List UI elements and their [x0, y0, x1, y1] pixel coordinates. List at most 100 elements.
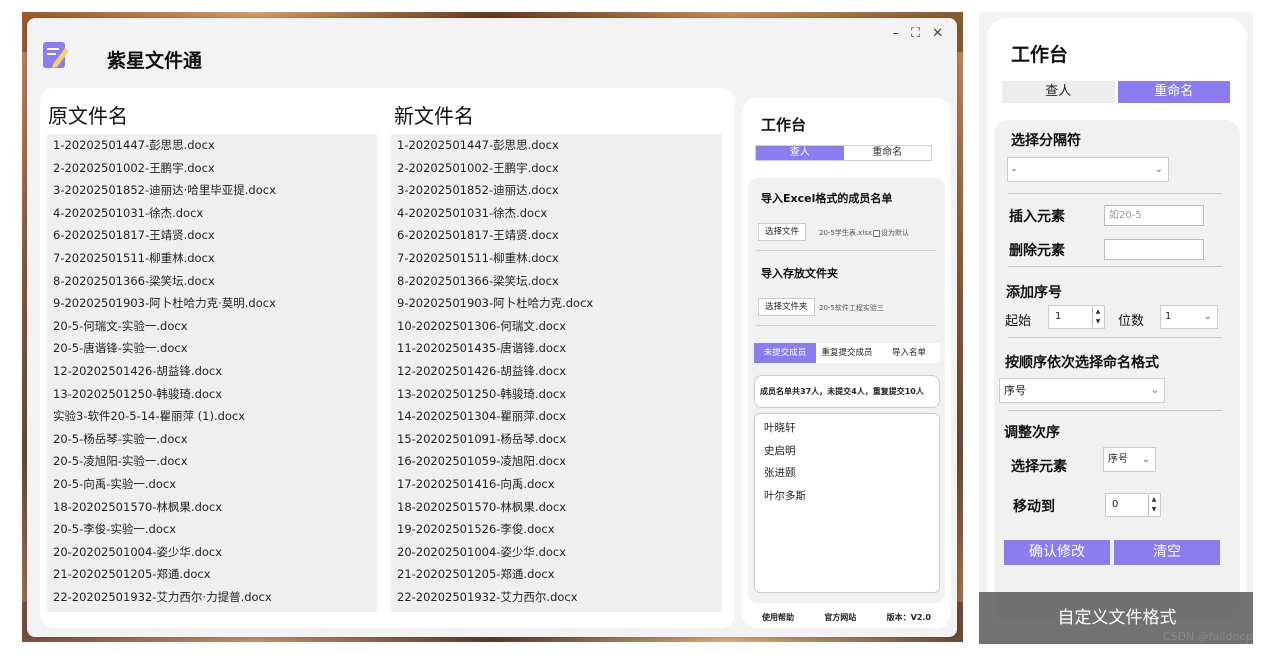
tab-rename[interactable]: 重命名 [843, 146, 931, 160]
workbench-panel: 工作台 查人 重命名 导入Excel格式的成员名单 选择文件 20-5学生表.x… [742, 98, 951, 628]
move-to-stepper[interactable]: 0 ▲ ▼ [1105, 493, 1161, 517]
tab-lookup[interactable]: 查人 [756, 146, 844, 160]
list-item[interactable]: 20-5-唐谐锋-实验一.docx [47, 337, 377, 360]
list-item[interactable]: 21-20202501205-郑通.docx [391, 563, 722, 586]
chevron-down-icon: ⌄ [1154, 164, 1163, 175]
list-item[interactable]: 8-20202501366-梁笑坛.docx [47, 270, 377, 293]
format-select[interactable]: 序号 ⌄ [999, 378, 1165, 403]
member-list[interactable]: 叶晓轩 史启明 张进颐 叶尔多斯 [754, 413, 940, 593]
list-item[interactable]: 7-20202501511-柳重林.docx [47, 247, 377, 270]
files-panel: 原文件名 新文件名 1-20202501447-彭思思.docx 2-202025… [40, 88, 735, 628]
list-item[interactable]: 20-20202501004-姿少华.docx [47, 541, 377, 564]
stepper-arrows-icon[interactable]: ▲ ▼ [1092, 307, 1103, 327]
list-item[interactable]: 张进颐 [755, 462, 939, 485]
order-label: 调整次序 [1004, 425, 1060, 441]
digits-label: 位数 [1118, 314, 1145, 329]
list-item[interactable]: 12-20202501426-胡益锋.docx [391, 360, 722, 383]
select-element-select[interactable]: 序号 ⌄ [1103, 447, 1156, 472]
list-item[interactable]: 11-20202501435-唐谐锋.docx [391, 337, 722, 360]
list-item[interactable]: 20-5-杨岳琴-实验一.docx [47, 428, 377, 451]
list-item[interactable]: 6-20202501817-王靖贤.docx [47, 224, 377, 247]
list-item[interactable]: 20-5-向禹-实验一.docx [47, 473, 377, 496]
new-files-header: 新文件名 [394, 104, 474, 128]
choose-file-button[interactable]: 选择文件 [758, 223, 807, 241]
list-item[interactable]: 20-5-凌旭阳-实验一.docx [47, 450, 377, 473]
stepper-arrows-icon[interactable]: ▲ ▼ [1148, 495, 1159, 515]
list-item[interactable]: 14-20202501304-瞿丽萍.docx [391, 405, 722, 428]
confirm-button[interactable]: 确认修改 [1004, 540, 1110, 565]
chevron-down-icon: ⌄ [1203, 311, 1212, 322]
list-item[interactable]: 19-20202501526-李俊.docx [391, 518, 722, 541]
list-item[interactable]: 1-20202501447-彭思思.docx [391, 134, 722, 157]
digits-select[interactable]: 1 ⌄ [1160, 305, 1218, 329]
list-item[interactable]: 10-20202501306-何瑞文.docx [391, 315, 722, 338]
divider [756, 250, 936, 251]
list-item[interactable]: 20-20202501004-姿少华.docx [391, 541, 722, 564]
set-default-checkbox[interactable] [873, 229, 880, 237]
help-link[interactable]: 使用帮助 [762, 612, 794, 623]
tab-import-list[interactable]: 导入名单 [878, 343, 940, 363]
new-file-list[interactable]: 1-20202501447-彭思思.docx 2-20202501002-王鹏宇.… [391, 134, 722, 612]
list-item[interactable]: 史启明 [755, 440, 939, 463]
set-default-label: 设为默认 [881, 229, 909, 237]
list-item[interactable]: 叶尔多斯 [755, 485, 939, 508]
list-item[interactable]: 16-20202501059-凌旭阳.docx [391, 450, 722, 473]
list-item[interactable]: 实验3-软件20-5-14-瞿丽萍 (1).docx [47, 405, 377, 428]
move-to-value: 0 [1112, 499, 1119, 510]
workbench-content: 导入Excel格式的成员名单 选择文件 20-5学生表.xlsx 设为默认 导入存… [748, 178, 945, 603]
list-item[interactable]: 4-20202501031-徐杰.docx [47, 202, 377, 225]
tab-rename[interactable]: 重命名 [1117, 81, 1230, 103]
clear-button[interactable]: 清空 [1114, 540, 1220, 565]
list-item[interactable]: 18-20202501570-林枫果.docx [47, 496, 377, 519]
list-item[interactable]: 9-20202501903-阿卜杜哈力克·莫明.docx [47, 292, 377, 315]
list-item[interactable]: 22-20202501932-艾力西尔.docx [391, 586, 722, 609]
insert-element-label: 插入元素 [1009, 209, 1065, 225]
start-stepper[interactable]: 1 ▲ ▼ [1048, 305, 1105, 329]
list-item[interactable]: 1-20202501447-彭思思.docx [47, 134, 377, 157]
list-item[interactable]: 7-20202501511-柳重林.docx [391, 247, 722, 270]
list-item[interactable]: 17-20202501416-向禹.docx [391, 473, 722, 496]
list-item[interactable]: 叶晓轩 [755, 417, 939, 440]
list-item[interactable]: 13-20202501250-韩骏琦.docx [47, 383, 377, 406]
list-item[interactable]: 18-20202501570-林枫果.docx [391, 496, 722, 519]
list-item[interactable]: 12-20202501426-胡益锋.docx [47, 360, 377, 383]
format-value: 序号 [1004, 384, 1026, 397]
list-item[interactable]: 9-20202501903-阿卜杜哈力克.docx [391, 292, 722, 315]
close-icon[interactable]: ✕ [932, 26, 943, 41]
divider [1008, 337, 1222, 338]
list-item[interactable]: 15-20202501091-杨岳琴.docx [391, 428, 722, 451]
list-item[interactable]: 2-20202501002-王鹏宇.docx [391, 157, 722, 180]
separator-select[interactable]: - ⌄ [1007, 157, 1169, 182]
selected-folder-name: 20-5软件工程实验三 [819, 304, 884, 312]
workbench-title: 工作台 [761, 116, 807, 134]
selected-file-info: 20-5学生表.xlsx 设为默认 [819, 228, 909, 238]
list-item[interactable]: 13-20202501250-韩骏琦.docx [391, 383, 722, 406]
list-item[interactable]: 4-20202501031-徐杰.docx [391, 202, 722, 225]
tab-not-submitted[interactable]: 未提交成员 [754, 343, 816, 363]
start-label: 起始 [1005, 314, 1032, 329]
list-item[interactable]: 3-20202501852-迪丽达·哈里毕亚提.docx [47, 179, 377, 202]
tab-lookup[interactable]: 查人 [1002, 81, 1115, 103]
delete-element-input[interactable] [1104, 239, 1204, 260]
maximize-icon[interactable]: ⛶ [911, 26, 920, 41]
insert-element-input[interactable]: 如20-5 [1104, 205, 1204, 226]
list-item[interactable]: 3-20202501852-迪丽达.docx [391, 179, 722, 202]
list-item[interactable]: 20-5-李俊-实验一.docx [47, 518, 377, 541]
list-item[interactable]: 22-20202501932-艾力西尔·力提普.docx [47, 586, 377, 609]
list-item[interactable]: 20-5-何瑞文-实验一.docx [47, 315, 377, 338]
tab-duplicate[interactable]: 重复提交成员 [816, 343, 878, 363]
format-label: 按顺序依次选择命名格式 [1005, 355, 1159, 371]
rename-card: 工作台 查人 重命名 选择分隔符 - ⌄ 插入元素 如20-5 删除元素 添加序号… [987, 18, 1247, 628]
workbench-footer: 使用帮助 官方网站 版本：V2.0 [742, 612, 951, 623]
original-files-header: 原文件名 [48, 104, 128, 128]
list-item[interactable]: 8-20202501366-梁笑坛.docx [391, 270, 722, 293]
minimize-icon[interactable]: – [892, 26, 899, 41]
chevron-down-icon: ⌄ [1141, 454, 1150, 465]
list-item[interactable]: 21-20202501205-郑通.docx [47, 563, 377, 586]
original-file-list[interactable]: 1-20202501447-彭思思.docx 2-20202501002-王鹏宇.… [47, 134, 377, 612]
divider [1008, 193, 1222, 194]
list-item[interactable]: 6-20202501817-王靖贤.docx [391, 224, 722, 247]
choose-folder-button[interactable]: 选择文件夹 [758, 298, 815, 316]
website-link[interactable]: 官方网站 [824, 612, 856, 623]
list-item[interactable]: 2-20202501002-王鹏宇.docx [47, 157, 377, 180]
